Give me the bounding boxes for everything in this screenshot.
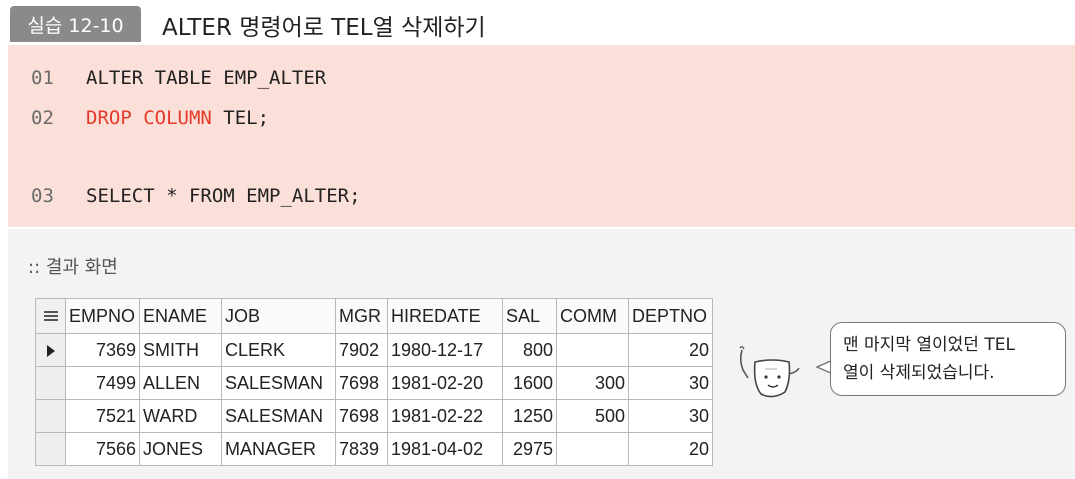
- bubble-line: 열이 삭제되었습니다.: [843, 363, 995, 383]
- cell-sal[interactable]: 1600: [502, 366, 557, 400]
- code-rest: TEL;: [211, 107, 270, 129]
- bubble-line: 맨 마지막 열이었던 TEL: [843, 335, 1015, 355]
- cell-job[interactable]: SALESMAN: [221, 366, 336, 400]
- result-grid: EMPNO ENAME JOB MGR HIREDATE SAL COMM DE…: [35, 298, 713, 466]
- cell-sal[interactable]: 1250: [502, 399, 557, 433]
- column-header[interactable]: JOB: [221, 298, 336, 334]
- code-text: SELECT * FROM EMP_ALTER;: [86, 185, 361, 207]
- code-rest: ALTER TABLE EMP_ALTER: [86, 67, 327, 89]
- table-row[interactable]: 7499 ALLEN SALESMAN 7698 1981-02-20 1600…: [35, 366, 713, 400]
- cell-ename[interactable]: ALLEN: [139, 366, 222, 400]
- grid-header-row: EMPNO ENAME JOB MGR HIREDATE SAL COMM DE…: [35, 298, 713, 334]
- cell-empno[interactable]: 7566: [65, 432, 140, 466]
- cell-mgr[interactable]: 7698: [335, 366, 388, 400]
- cell-empno[interactable]: 7499: [65, 366, 140, 400]
- cell-ename[interactable]: JONES: [139, 432, 222, 466]
- cell-sal[interactable]: 2975: [502, 432, 557, 466]
- cell-job[interactable]: SALESMAN: [221, 399, 336, 433]
- example-badge: 실습 12-10: [10, 6, 141, 42]
- cell-empno[interactable]: 7369: [65, 333, 140, 367]
- cell-mgr[interactable]: 7839: [335, 432, 388, 466]
- cell-hiredate[interactable]: 1981-02-22: [387, 399, 503, 433]
- column-header[interactable]: ENAME: [139, 298, 222, 334]
- code-keyword: DROP COLUMN: [86, 107, 212, 129]
- table-row[interactable]: 7369 SMITH CLERK 7902 1980-12-17 800 20: [35, 333, 713, 367]
- current-row-arrow-icon: [46, 344, 55, 357]
- code-block: 01 ALTER TABLE EMP_ALTER 02 DROP COLUMN …: [8, 45, 1075, 227]
- column-header[interactable]: EMPNO: [65, 298, 140, 334]
- line-number: 01: [31, 67, 54, 89]
- cell-comm[interactable]: 300: [556, 366, 629, 400]
- row-selector[interactable]: [35, 333, 66, 367]
- cell-mgr[interactable]: 7902: [335, 333, 388, 367]
- code-text: ALTER TABLE EMP_ALTER: [86, 67, 326, 89]
- cell-comm[interactable]: [556, 333, 629, 367]
- row-selector[interactable]: [35, 399, 66, 433]
- cell-empno[interactable]: 7521: [65, 399, 140, 433]
- code-text: DROP COLUMN TEL;: [86, 107, 269, 129]
- code-rest: SELECT * FROM EMP_ALTER;: [86, 185, 361, 207]
- cell-sal[interactable]: 800: [502, 333, 557, 367]
- column-header[interactable]: SAL: [502, 298, 557, 334]
- cell-job[interactable]: MANAGER: [221, 432, 336, 466]
- speech-bubble: 맨 마지막 열이었던 TEL 열이 삭제되었습니다.: [830, 322, 1066, 396]
- cell-deptno[interactable]: 20: [628, 432, 713, 466]
- cell-job[interactable]: CLERK: [221, 333, 336, 367]
- line-number: 03: [31, 185, 54, 207]
- example-title: ALTER 명령어로 TEL열 삭제하기: [162, 15, 486, 41]
- cell-hiredate[interactable]: 1980-12-17: [387, 333, 503, 367]
- cell-deptno[interactable]: 30: [628, 399, 713, 433]
- grid-menu-icon: [43, 311, 58, 323]
- cell-ename[interactable]: SMITH: [139, 333, 222, 367]
- cell-comm[interactable]: [556, 432, 629, 466]
- cell-comm[interactable]: 500: [556, 399, 629, 433]
- result-label: :: 결과 화면: [28, 257, 118, 278]
- row-selector[interactable]: [35, 366, 66, 400]
- cell-mgr[interactable]: 7698: [335, 399, 388, 433]
- column-header[interactable]: DEPTNO: [628, 298, 713, 334]
- grid-menu-button[interactable]: [35, 298, 66, 334]
- table-row[interactable]: 7521 WARD SALESMAN 7698 1981-02-22 1250 …: [35, 399, 713, 433]
- cell-ename[interactable]: WARD: [139, 399, 222, 433]
- cell-deptno[interactable]: 20: [628, 333, 713, 367]
- character-illustration: [739, 346, 800, 398]
- example-header: 실습 12-10 ALTER 명령어로 TEL열 삭제하기: [0, 0, 1075, 45]
- cell-hiredate[interactable]: 1981-02-20: [387, 366, 503, 400]
- line-number: 02: [31, 107, 54, 129]
- column-header[interactable]: COMM: [556, 298, 629, 334]
- table-row[interactable]: 7566 JONES MANAGER 7839 1981-04-02 2975 …: [35, 432, 713, 466]
- row-selector[interactable]: [35, 432, 66, 466]
- cell-deptno[interactable]: 30: [628, 366, 713, 400]
- column-header[interactable]: MGR: [335, 298, 388, 334]
- cell-hiredate[interactable]: 1981-04-02: [387, 432, 503, 466]
- column-header[interactable]: HIREDATE: [387, 298, 503, 334]
